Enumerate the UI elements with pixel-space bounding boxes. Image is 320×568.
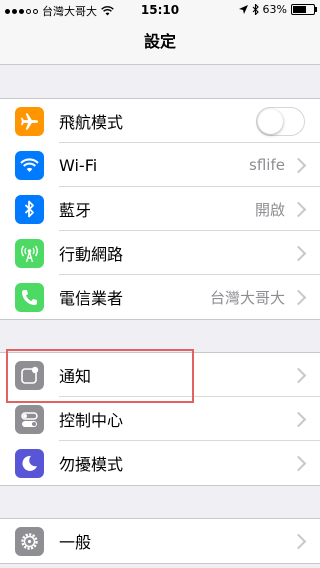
wifi-icon bbox=[15, 150, 44, 180]
control-center-icon bbox=[15, 404, 44, 434]
airplane-mode-toggle[interactable] bbox=[256, 106, 305, 136]
gear-icon bbox=[15, 526, 44, 556]
wifi-network-name: sflife bbox=[249, 156, 285, 174]
phone-icon bbox=[15, 282, 44, 312]
bluetooth-icon bbox=[15, 194, 44, 224]
settings-row-cellular[interactable]: 行動網路 bbox=[0, 231, 320, 275]
general-group: 一般 bbox=[0, 518, 320, 564]
chevron-right-icon bbox=[290, 455, 307, 471]
chevron-right-icon bbox=[290, 533, 307, 549]
chevron-right-icon bbox=[290, 201, 307, 217]
settings-row-label: Wi-Fi bbox=[59, 155, 98, 175]
settings-row-label: 控制中心 bbox=[59, 411, 124, 430]
location-icon bbox=[238, 5, 248, 14]
settings-row-label: 藍牙 bbox=[59, 201, 92, 220]
settings-row-label: 一般 bbox=[59, 533, 92, 552]
status-bar: 台灣大哥大 15:10 63% bbox=[0, 0, 320, 20]
page-title: 設定 bbox=[143, 32, 176, 51]
settings-row-label: 勿擾模式 bbox=[59, 455, 124, 474]
settings-row-control-center[interactable]: 控制中心 bbox=[0, 397, 320, 441]
chevron-right-icon bbox=[290, 157, 307, 173]
settings-row-wifi[interactable]: Wi-Fi sflife bbox=[0, 143, 320, 187]
settings-row-general[interactable]: 一般 bbox=[0, 519, 320, 563]
bluetooth-status-icon bbox=[252, 4, 259, 15]
settings-row-label: 電信業者 bbox=[59, 289, 124, 308]
settings-row-do-not-disturb[interactable]: 勿擾模式 bbox=[0, 441, 320, 485]
navigation-bar: 設定 bbox=[0, 20, 320, 65]
moon-icon bbox=[15, 448, 44, 478]
settings-row-label: 飛航模式 bbox=[59, 113, 124, 132]
highlight-box bbox=[6, 349, 194, 403]
antenna-icon bbox=[15, 238, 44, 268]
chevron-right-icon bbox=[290, 289, 307, 305]
chevron-right-icon bbox=[290, 411, 307, 427]
settings-row-airplane-mode[interactable]: 飛航模式 bbox=[0, 99, 320, 143]
chevron-right-icon bbox=[290, 367, 307, 383]
settings-row-bluetooth[interactable]: 藍牙 開啟 bbox=[0, 187, 320, 231]
bluetooth-status: 開啟 bbox=[254, 200, 285, 219]
settings-row-carrier[interactable]: 電信業者 台灣大哥大 bbox=[0, 275, 320, 319]
connectivity-group: 飛航模式 Wi-Fi sflife 藍牙 開啟 行動網路 電信業者 台灣大哥大 bbox=[0, 98, 320, 320]
chevron-right-icon bbox=[290, 245, 307, 261]
carrier-value: 台灣大哥大 bbox=[209, 288, 285, 307]
battery-percentage: 63% bbox=[262, 3, 287, 16]
settings-row-label: 行動網路 bbox=[59, 245, 124, 264]
battery-icon bbox=[291, 4, 317, 15]
airplane-icon bbox=[15, 106, 44, 136]
